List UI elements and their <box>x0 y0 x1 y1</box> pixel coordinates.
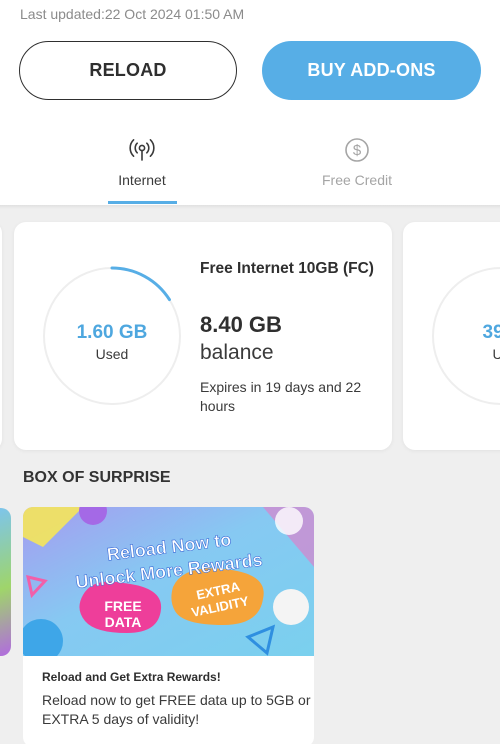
promo-title: Reload and Get Extra Rewards! <box>42 670 221 684</box>
plan-card[interactable]: 1.60 GB Used Free Internet 10GB (FC) 8.4… <box>14 222 392 450</box>
section-title: BOX OF SURPRISE <box>23 469 171 486</box>
divider <box>0 205 500 209</box>
balance-label: balance <box>200 341 274 364</box>
previous-plan-card[interactable] <box>0 222 2 450</box>
top-panel: Last updated:22 Oct 2024 01:50 AM RELOAD… <box>0 0 500 205</box>
tab-internet[interactable]: Internet <box>72 136 212 204</box>
expiry-text: Expires in 19 days and 22 hours <box>200 379 362 414</box>
next-used-value: 39.2 <box>482 322 500 343</box>
balance-value: 8.40 GB <box>200 312 282 337</box>
dollar-circle-icon: $ <box>345 138 369 162</box>
buy-addons-button[interactable]: BUY ADD-ONS <box>262 41 481 100</box>
signal-tower-icon <box>129 139 155 161</box>
previous-promo-card[interactable] <box>0 508 11 656</box>
svg-text:$: $ <box>353 142 362 159</box>
last-updated-text: Last updated:22 Oct 2024 01:50 AM <box>20 6 245 22</box>
used-label: Used <box>95 346 129 362</box>
promo-card[interactable]: Reload Now to Unlock More Rewards FREE D… <box>23 507 314 744</box>
used-value: 1.60 GB <box>76 322 148 343</box>
tab-free-credit-label: Free Credit <box>321 172 393 188</box>
badge-free-line1: FREE <box>104 598 141 614</box>
plan-name: Free Internet 10GB (FC) <box>200 260 374 277</box>
next-plan-card[interactable]: 39.2 Us <box>403 222 500 450</box>
promo-description: Reload now to get FREE data up to 5GB or… <box>42 692 311 727</box>
badge-free-line2: DATA <box>105 614 142 630</box>
active-tab-indicator <box>108 201 177 204</box>
tab-free-credit[interactable]: $ Free Credit <box>287 136 427 204</box>
promo-banner: Reload Now to Unlock More Rewards FREE D… <box>23 507 314 656</box>
reload-button[interactable]: RELOAD <box>19 41 237 100</box>
tab-internet-label: Internet <box>118 172 166 188</box>
next-used-label: Us <box>492 346 500 362</box>
